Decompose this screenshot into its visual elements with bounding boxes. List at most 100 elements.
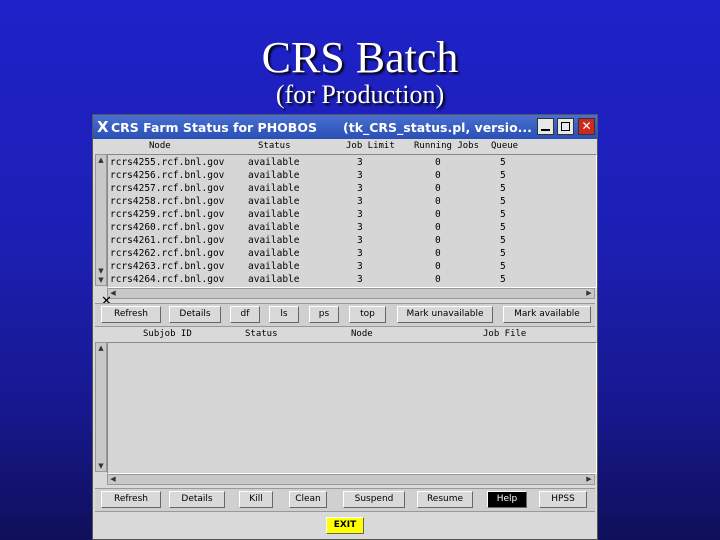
- queue-cell: 5: [500, 209, 506, 220]
- kill-button[interactable]: Kill: [239, 491, 273, 508]
- top-button[interactable]: top: [349, 306, 386, 323]
- table-row[interactable]: rcrs4259.rcf.bnl.gov available 3 0 5: [108, 209, 596, 222]
- suspend-button[interactable]: Suspend: [343, 491, 405, 508]
- minimize-icon: [541, 129, 550, 131]
- farm-header-status: Status: [258, 141, 291, 151]
- status-cell: available: [248, 235, 300, 246]
- status-cell: available: [248, 157, 300, 168]
- node-cell: rcrs4257.rcf.bnl.gov: [110, 183, 225, 194]
- node-cell: rcrs4259.rcf.bnl.gov: [110, 209, 225, 220]
- job-limit-cell: 3: [357, 235, 363, 246]
- maximize-button[interactable]: [557, 118, 574, 135]
- job-limit-cell: 3: [357, 157, 363, 168]
- window-title-file: (tk_CRS_status.pl, versio...: [343, 120, 532, 135]
- farm-header-job-limit: Job Limit: [346, 141, 395, 151]
- mark-available-button[interactable]: Mark available: [503, 306, 591, 323]
- running-jobs-cell: 0: [435, 209, 441, 220]
- job-horizontal-scrollbar[interactable]: ◀ ▶: [107, 474, 595, 485]
- table-row[interactable]: rcrs4264.rcf.bnl.gov available 3 0 5: [108, 274, 596, 287]
- scroll-up-arrow-icon[interactable]: ▲: [96, 344, 106, 353]
- node-cell: rcrs4261.rcf.bnl.gov: [110, 235, 225, 246]
- job-limit-cell: 3: [357, 196, 363, 207]
- job-details-button[interactable]: Details: [169, 491, 225, 508]
- job-vertical-scrollbar[interactable]: ▲ ▼: [95, 342, 107, 472]
- table-row[interactable]: rcrs4256.rcf.bnl.gov available 3 0 5: [108, 170, 596, 183]
- scroll-down-arrow-icon[interactable]: ▼: [96, 267, 106, 276]
- job-limit-cell: 3: [357, 170, 363, 181]
- scroll-right-arrow-icon[interactable]: ▶: [584, 289, 594, 298]
- farm-details-button[interactable]: Details: [169, 306, 221, 323]
- window-title: CRS Farm Status for PHOBOS: [111, 120, 317, 135]
- minimize-button[interactable]: [537, 118, 554, 135]
- resume-button[interactable]: Resume: [417, 491, 473, 508]
- table-row[interactable]: rcrs4263.rcf.bnl.gov available 3 0 5: [108, 261, 596, 274]
- queue-cell: 5: [500, 183, 506, 194]
- job-limit-cell: 3: [357, 209, 363, 220]
- farm-horizontal-scrollbar[interactable]: ◀ ▶: [107, 288, 595, 299]
- queue-cell: 5: [500, 222, 506, 233]
- running-jobs-cell: 0: [435, 222, 441, 233]
- mark-unavailable-button[interactable]: Mark unavailable: [397, 306, 493, 323]
- queue-cell: 5: [500, 235, 506, 246]
- running-jobs-cell: 0: [435, 261, 441, 272]
- maximize-icon: [561, 122, 570, 131]
- exit-button[interactable]: EXIT: [326, 517, 364, 534]
- job-refresh-button[interactable]: Refresh: [101, 491, 161, 508]
- job-limit-cell: 3: [357, 248, 363, 259]
- node-cell: rcrs4258.rcf.bnl.gov: [110, 196, 225, 207]
- job-header-node: Node: [351, 329, 373, 339]
- window-titlebar[interactable]: X CRS Farm Status for PHOBOS (tk_CRS_sta…: [93, 115, 597, 139]
- farm-header-queue: Queue: [491, 141, 519, 151]
- hpss-button[interactable]: HPSS: [539, 491, 587, 508]
- x-window-icon: X: [97, 118, 109, 136]
- scroll-left-arrow-icon[interactable]: ◀: [108, 475, 118, 484]
- ls-button[interactable]: ls: [269, 306, 299, 323]
- running-jobs-cell: 0: [435, 248, 441, 259]
- running-jobs-cell: 0: [435, 235, 441, 246]
- status-cell: available: [248, 222, 300, 233]
- close-icon: ✕: [581, 119, 592, 133]
- farm-header-node: Node: [149, 141, 171, 151]
- table-row[interactable]: rcrs4258.rcf.bnl.gov available 3 0 5: [108, 196, 596, 209]
- job-header-job-file: Job File: [483, 329, 527, 339]
- queue-cell: 5: [500, 248, 506, 259]
- table-row[interactable]: rcrs4257.rcf.bnl.gov available 3 0 5: [108, 183, 596, 196]
- subjob-list[interactable]: [107, 342, 597, 474]
- df-button[interactable]: df: [230, 306, 260, 323]
- status-cell: available: [248, 274, 300, 285]
- table-row[interactable]: rcrs4261.rcf.bnl.gov available 3 0 5: [108, 235, 596, 248]
- scroll-up-arrow-icon[interactable]: ▲: [96, 156, 106, 165]
- farm-refresh-button[interactable]: Refresh: [101, 306, 161, 323]
- farm-status-list[interactable]: rcrs4255.rcf.bnl.gov available 3 0 5 rcr…: [107, 154, 597, 288]
- table-row[interactable]: rcrs4260.rcf.bnl.gov available 3 0 5: [108, 222, 596, 235]
- status-cell: available: [248, 209, 300, 220]
- node-cell: rcrs4260.rcf.bnl.gov: [110, 222, 225, 233]
- job-limit-cell: 3: [357, 222, 363, 233]
- clean-button[interactable]: Clean: [289, 491, 327, 508]
- crs-farm-status-window: X CRS Farm Status for PHOBOS (tk_CRS_sta…: [92, 114, 598, 540]
- scroll-right-arrow-icon[interactable]: ▶: [584, 475, 594, 484]
- queue-cell: 5: [500, 157, 506, 168]
- status-cell: available: [248, 196, 300, 207]
- scroll-down-arrow-icon[interactable]: ▼: [96, 276, 106, 285]
- queue-cell: 5: [500, 274, 506, 285]
- help-button[interactable]: Help: [487, 491, 527, 508]
- job-header-subjob-id: Subjob ID: [143, 329, 192, 339]
- status-cell: available: [248, 261, 300, 272]
- table-row[interactable]: rcrs4262.rcf.bnl.gov available 3 0 5: [108, 248, 596, 261]
- node-cell: rcrs4262.rcf.bnl.gov: [110, 248, 225, 259]
- running-jobs-cell: 0: [435, 183, 441, 194]
- queue-cell: 5: [500, 170, 506, 181]
- ps-button[interactable]: ps: [309, 306, 339, 323]
- running-jobs-cell: 0: [435, 196, 441, 207]
- farm-vertical-scrollbar[interactable]: ▲ ▼ ▼: [95, 154, 107, 286]
- node-cell: rcrs4263.rcf.bnl.gov: [110, 261, 225, 272]
- status-cell: available: [248, 170, 300, 181]
- job-limit-cell: 3: [357, 261, 363, 272]
- running-jobs-cell: 0: [435, 274, 441, 285]
- scroll-down-arrow-icon[interactable]: ▼: [96, 462, 106, 471]
- table-row[interactable]: rcrs4255.rcf.bnl.gov available 3 0 5: [108, 157, 596, 170]
- job-header-status: Status: [245, 329, 278, 339]
- close-window-button[interactable]: ✕: [578, 118, 595, 135]
- running-jobs-cell: 0: [435, 170, 441, 181]
